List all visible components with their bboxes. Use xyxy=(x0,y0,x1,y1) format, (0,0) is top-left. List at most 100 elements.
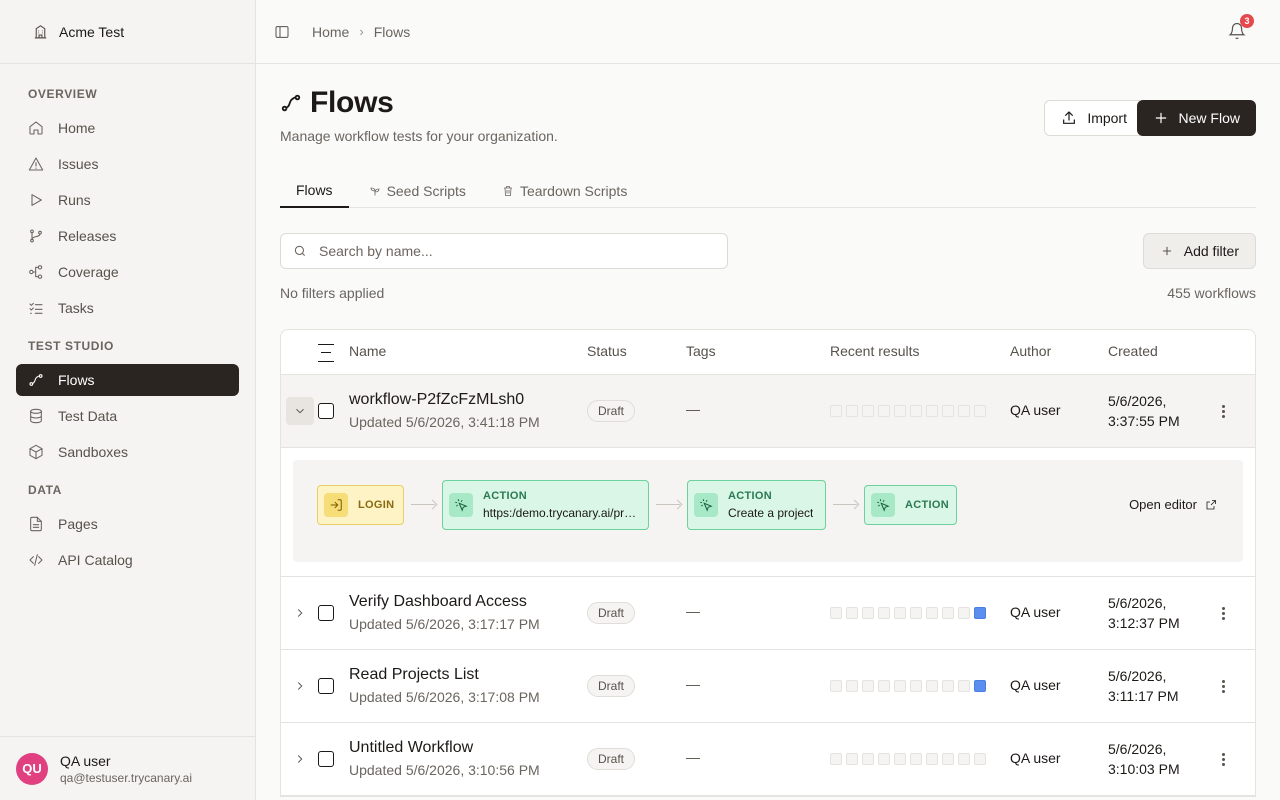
collapse-row-button[interactable] xyxy=(286,397,314,425)
row-checkbox[interactable] xyxy=(318,751,334,767)
flow-step-login[interactable]: LOGIN xyxy=(317,485,404,525)
result-empty-square[interactable] xyxy=(974,405,986,417)
org-switcher[interactable]: Acme Test xyxy=(0,0,255,64)
row-checkbox[interactable] xyxy=(318,605,334,621)
row-checkbox[interactable] xyxy=(318,678,334,694)
flow-step-action[interactable]: ACTION Create a project xyxy=(687,480,826,530)
expand-row-button[interactable] xyxy=(286,599,314,627)
table-row[interactable]: Verify Dashboard Access Updated 5/6/2026… xyxy=(281,577,1255,650)
result-empty-square[interactable] xyxy=(942,405,954,417)
tab-flows[interactable]: Flows xyxy=(280,174,349,208)
result-empty-square[interactable] xyxy=(958,753,970,765)
column-header-author[interactable]: Author xyxy=(1010,343,1051,359)
notifications-button[interactable]: 3 xyxy=(1228,14,1254,42)
result-empty-square[interactable] xyxy=(894,680,906,692)
result-empty-square[interactable] xyxy=(830,405,842,417)
flow-name[interactable]: Untitled Workflow xyxy=(349,739,473,757)
flow-name[interactable]: workflow-P2fZcFzMLsh0 xyxy=(349,391,524,409)
result-empty-square[interactable] xyxy=(846,753,858,765)
sidebar-item-runs[interactable]: Runs xyxy=(16,184,239,216)
row-menu-button[interactable] xyxy=(1215,678,1231,694)
breadcrumb-home[interactable]: Home xyxy=(312,24,349,40)
result-empty-square[interactable] xyxy=(958,607,970,619)
result-empty-square[interactable] xyxy=(926,607,938,619)
open-editor-link[interactable]: Open editor xyxy=(1129,497,1217,512)
row-menu-button[interactable] xyxy=(1215,403,1231,419)
sidebar-item-coverage[interactable]: Coverage xyxy=(16,256,239,288)
user-menu[interactable]: QU QA user qa@testuser.trycanary.ai xyxy=(0,736,255,800)
result-empty-square[interactable] xyxy=(910,405,922,417)
result-empty-square[interactable] xyxy=(894,607,906,619)
result-empty-square[interactable] xyxy=(958,680,970,692)
search-field[interactable] xyxy=(280,233,728,269)
sprout-icon xyxy=(370,187,379,196)
flow-step-action[interactable]: ACTION https:/demo.trycanary.ai/pr… xyxy=(442,480,649,530)
table-row[interactable]: Untitled Workflow Updated 5/6/2026, 3:10… xyxy=(281,723,1255,796)
column-header-status[interactable]: Status xyxy=(587,343,627,359)
result-empty-square[interactable] xyxy=(910,607,922,619)
column-header-tags[interactable]: Tags xyxy=(686,343,716,359)
result-empty-square[interactable] xyxy=(910,753,922,765)
result-empty-square[interactable] xyxy=(862,405,874,417)
result-empty-square[interactable] xyxy=(942,607,954,619)
table-row[interactable]: workflow-P2fZcFzMLsh0 Updated 5/6/2026, … xyxy=(281,375,1255,448)
result-pass-square[interactable] xyxy=(974,607,986,619)
sidebar-item-issues[interactable]: Issues xyxy=(16,148,239,180)
result-empty-square[interactable] xyxy=(846,680,858,692)
result-empty-square[interactable] xyxy=(942,680,954,692)
result-empty-square[interactable] xyxy=(894,753,906,765)
result-empty-square[interactable] xyxy=(862,607,874,619)
result-empty-square[interactable] xyxy=(878,753,890,765)
chevron-down-icon xyxy=(296,408,304,414)
result-empty-square[interactable] xyxy=(878,607,890,619)
flow-name[interactable]: Verify Dashboard Access xyxy=(349,593,527,611)
result-empty-square[interactable] xyxy=(910,680,922,692)
column-header-name[interactable]: Name xyxy=(349,343,386,359)
result-empty-square[interactable] xyxy=(926,680,938,692)
row-checkbox[interactable] xyxy=(318,403,334,419)
tab-seed-scripts[interactable]: Seed Scripts xyxy=(353,174,482,208)
row-menu-button[interactable] xyxy=(1215,751,1231,767)
select-all-checkbox[interactable] xyxy=(318,344,334,362)
sidebar-item-sandboxes[interactable]: Sandboxes xyxy=(16,436,239,468)
column-header-created[interactable]: Created xyxy=(1108,343,1158,359)
result-empty-square[interactable] xyxy=(894,405,906,417)
result-empty-square[interactable] xyxy=(942,753,954,765)
result-empty-square[interactable] xyxy=(830,753,842,765)
result-empty-square[interactable] xyxy=(846,405,858,417)
result-empty-square[interactable] xyxy=(974,753,986,765)
result-empty-square[interactable] xyxy=(958,405,970,417)
search-input[interactable] xyxy=(319,243,699,259)
result-empty-square[interactable] xyxy=(862,753,874,765)
sidebar-item-home[interactable]: Home xyxy=(16,112,239,144)
created-date: 5/6/2026, 3:10:03 PM xyxy=(1108,739,1180,779)
add-filter-button[interactable]: Add filter xyxy=(1142,233,1256,269)
flow-name[interactable]: Read Projects List xyxy=(349,666,479,684)
result-empty-square[interactable] xyxy=(926,405,938,417)
result-empty-square[interactable] xyxy=(862,680,874,692)
result-empty-square[interactable] xyxy=(878,405,890,417)
tab-teardown-scripts[interactable]: Teardown Scripts xyxy=(486,174,643,208)
expand-row-button[interactable] xyxy=(286,745,314,773)
expand-row-button[interactable] xyxy=(286,672,314,700)
sidebar-item-test-data[interactable]: Test Data xyxy=(16,400,239,432)
result-empty-square[interactable] xyxy=(846,607,858,619)
result-empty-square[interactable] xyxy=(830,607,842,619)
page-title: Flows xyxy=(310,86,394,119)
sidebar-item-releases[interactable]: Releases xyxy=(16,220,239,252)
new-flow-button[interactable]: New Flow xyxy=(1136,100,1256,136)
table-row[interactable]: Read Projects List Updated 5/6/2026, 3:1… xyxy=(281,650,1255,723)
column-header-recent-results[interactable]: Recent results xyxy=(830,343,919,359)
sidebar-item-tasks[interactable]: Tasks xyxy=(16,292,239,324)
sidebar-item-pages[interactable]: Pages xyxy=(16,508,239,540)
row-menu-button[interactable] xyxy=(1215,605,1231,621)
result-empty-square[interactable] xyxy=(830,680,842,692)
result-pass-square[interactable] xyxy=(974,680,986,692)
result-empty-square[interactable] xyxy=(878,680,890,692)
sidebar-toggle-icon[interactable] xyxy=(274,24,290,40)
import-button[interactable]: Import xyxy=(1044,100,1144,136)
sidebar-item-flows[interactable]: Flows xyxy=(16,364,239,396)
sidebar-item-api-catalog[interactable]: API Catalog xyxy=(16,544,239,576)
result-empty-square[interactable] xyxy=(926,753,938,765)
flow-step-action[interactable]: ACTION xyxy=(864,485,957,525)
